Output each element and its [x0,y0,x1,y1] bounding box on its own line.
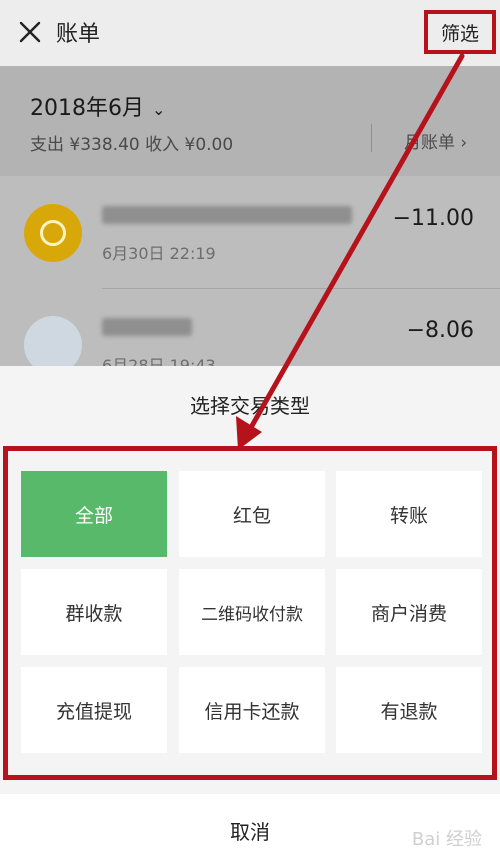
option-qr-payment[interactable]: 二维码收付款 [179,569,325,655]
filter-button[interactable]: 筛选 [424,10,496,54]
blurred-title [102,206,352,224]
option-group-collection[interactable]: 群收款 [21,569,167,655]
transaction-date: 6月30日 22:19 [102,244,216,263]
background-content: 2018年6月 ⌄ 支出 ¥338.40 收入 ¥0.00 月账单 › 6月30日… [0,66,500,366]
option-transfer[interactable]: 转账 [336,471,482,557]
transaction-list: 6月30日 22:19 −11.00 6月28日 19:43 −8.06 [0,176,500,366]
divider [371,124,372,152]
month-summary: 2018年6月 ⌄ 支出 ¥338.40 收入 ¥0.00 月账单 › [0,66,500,176]
watermark: Bai 经验 [411,829,482,850]
option-all[interactable]: 全部 [21,471,167,557]
transaction-type-sheet: 选择交易类型 全部 红包 转账 群收款 二维码收付款 商户消费 充值提现 信用卡… [0,366,500,865]
avatar [24,316,82,366]
chevron-down-icon: ⌄ [152,100,166,119]
page-title: 账单 [56,22,101,47]
transaction-amount: −11.00 [392,206,474,231]
option-merchant-purchase[interactable]: 商户消费 [336,569,482,655]
income-expense-stats: 支出 ¥338.40 收入 ¥0.00 [30,135,234,155]
avatar [24,204,82,262]
month-selector[interactable]: 2018年6月 ⌄ [30,90,165,122]
option-credit-card-repay[interactable]: 信用卡还款 [179,667,325,753]
list-item[interactable]: 6月30日 22:19 −11.00 [0,176,500,286]
option-topup-withdraw[interactable]: 充值提现 [21,667,167,753]
month-bill-link[interactable]: 月账单 › [404,128,467,153]
transaction-date: 6月28日 19:43 [102,356,216,366]
close-icon[interactable] [18,20,42,44]
top-bar: 账单 筛选 [0,0,500,66]
list-item[interactable]: 6月28日 19:43 −8.06 [0,288,500,366]
sheet-title: 选择交易类型 [190,394,310,418]
month-label: 2018年6月 [30,96,144,121]
option-refund[interactable]: 有退款 [336,667,482,753]
blurred-title [102,318,192,336]
option-red-packet[interactable]: 红包 [179,471,325,557]
transaction-amount: −8.06 [406,318,474,343]
